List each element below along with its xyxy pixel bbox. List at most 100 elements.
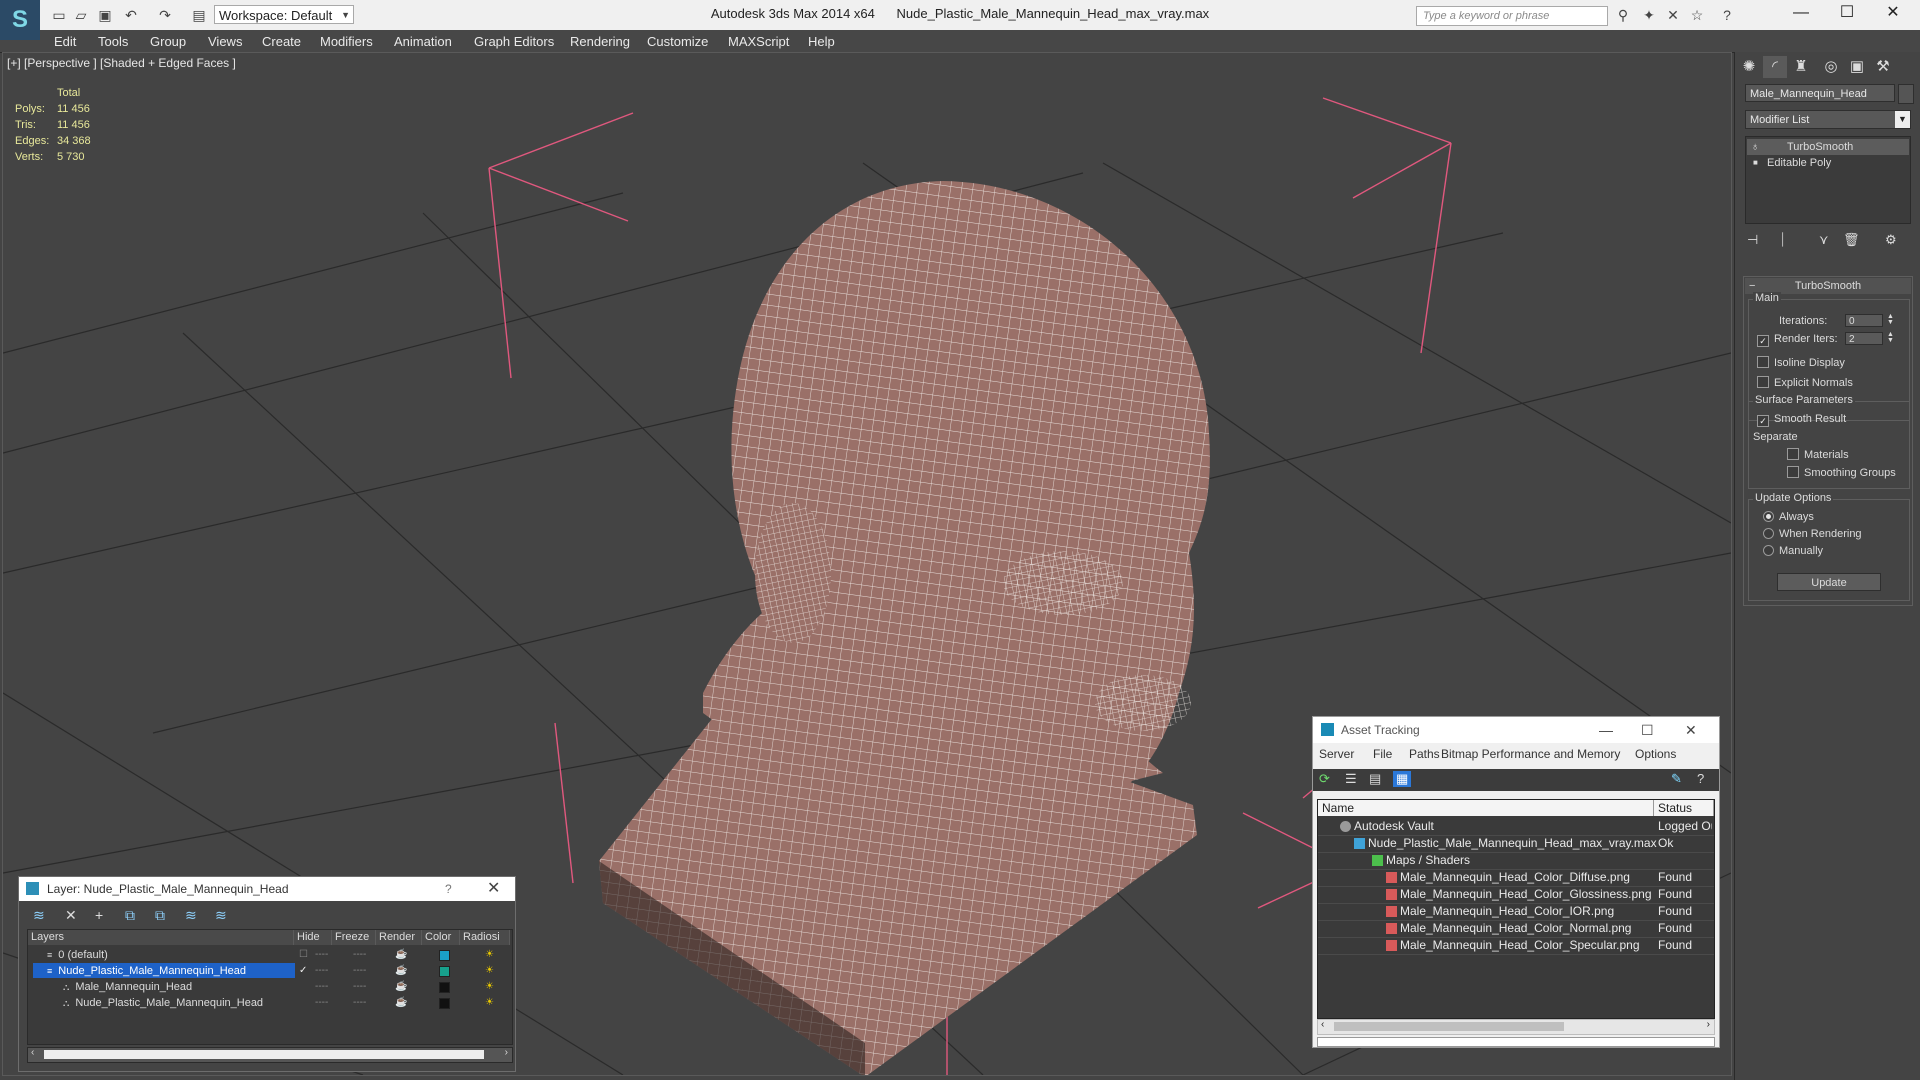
close-icon[interactable]: ✕ bbox=[1685, 717, 1697, 743]
column-header-radiosity[interactable]: Radiosi bbox=[460, 930, 510, 945]
redo-icon[interactable]: ↷ bbox=[156, 6, 174, 24]
close-button[interactable]: ✕ bbox=[1870, 0, 1916, 28]
menu-maxscript[interactable]: MAXScript bbox=[728, 34, 789, 49]
column-header-hide[interactable]: Hide bbox=[294, 930, 332, 945]
asset-row[interactable]: Male_Mannequin_Head_Color_Normal.png Fou… bbox=[1318, 920, 1714, 938]
manually-radio-row[interactable]: Manually bbox=[1763, 544, 1823, 558]
layer-row[interactable]: ⛬ Male_Mannequin_Head ---- ---- ☕ ☀ bbox=[29, 979, 510, 995]
radiosity-icon[interactable]: ☀ bbox=[485, 979, 494, 995]
help-icon[interactable]: ? bbox=[445, 877, 452, 901]
help-icon[interactable]: ? bbox=[1718, 6, 1736, 24]
hide-toggle[interactable]: ---- bbox=[315, 995, 328, 1011]
add-to-layer-icon[interactable]: + bbox=[95, 907, 103, 923]
object-color-swatch[interactable] bbox=[439, 998, 450, 1009]
scrollbar-thumb[interactable] bbox=[44, 1050, 484, 1059]
remove-modifier-icon[interactable]: 🗑 bbox=[1843, 232, 1860, 248]
menu-bitmap-performance[interactable]: Bitmap Performance and Memory bbox=[1441, 747, 1620, 761]
layer-row[interactable]: ≡ 0 (default) ☐ ---- ---- ☕ ☀ bbox=[29, 947, 510, 963]
asset-row[interactable]: Male_Mannequin_Head_Color_Glossiness.png… bbox=[1318, 886, 1714, 904]
asset-horizontal-scrollbar[interactable]: ‹ › bbox=[1317, 1019, 1715, 1035]
render-iters-spinner[interactable]: 2 bbox=[1845, 332, 1883, 345]
layer-color-swatch[interactable] bbox=[439, 950, 450, 961]
layer-name[interactable]: ≡ Nude_Plastic_Male_Mannequin_Head bbox=[33, 963, 295, 978]
show-end-result-icon[interactable]: ⏐ bbox=[1779, 232, 1786, 248]
hide-toggle[interactable]: ---- bbox=[315, 979, 328, 995]
freeze-toggle[interactable]: ---- bbox=[353, 963, 366, 979]
workspace-dropdown[interactable]: Workspace: Default ▼ bbox=[214, 5, 354, 24]
menu-customize[interactable]: Customize bbox=[647, 34, 708, 49]
menu-animation[interactable]: Animation bbox=[394, 34, 452, 49]
refresh-icon[interactable]: ⟳ bbox=[1319, 771, 1330, 787]
asset-path-field[interactable] bbox=[1317, 1037, 1715, 1047]
active-layer-checkmark-icon[interactable]: ✓ bbox=[299, 963, 307, 979]
asset-row[interactable]: Male_Mannequin_Head_Color_Specular.png F… bbox=[1318, 937, 1714, 955]
scrollbar-thumb[interactable] bbox=[1334, 1022, 1564, 1031]
menu-views[interactable]: Views bbox=[208, 34, 242, 49]
render-teapot-icon[interactable]: ☕ bbox=[395, 979, 407, 995]
menu-graph-editors[interactable]: Graph Editors bbox=[474, 34, 554, 49]
configure-modifier-sets-icon[interactable]: ⚙ bbox=[1885, 232, 1897, 248]
smoothing-groups-row[interactable]: Smoothing Groups bbox=[1787, 466, 1896, 480]
column-header-name[interactable]: Name bbox=[1318, 800, 1654, 816]
maximize-button[interactable]: ☐ bbox=[1824, 0, 1870, 28]
app-logo-menu[interactable]: S bbox=[0, 0, 40, 40]
materials-checkbox[interactable] bbox=[1787, 448, 1799, 460]
create-tab-icon[interactable]: ✺ bbox=[1737, 56, 1761, 78]
display-tab-icon[interactable]: ▣ bbox=[1845, 56, 1869, 78]
isoline-checkbox[interactable] bbox=[1757, 356, 1769, 368]
smoothing-groups-checkbox[interactable] bbox=[1787, 466, 1799, 478]
select-objects-icon[interactable]: ⧉ bbox=[125, 907, 135, 924]
explicit-normals-row[interactable]: Explicit Normals bbox=[1757, 376, 1853, 390]
asset-row[interactable]: Male_Mannequin_Head_Color_Diffuse.png Fo… bbox=[1318, 869, 1714, 887]
make-unique-icon[interactable]: ⋎ bbox=[1819, 232, 1829, 248]
asset-row[interactable]: Autodesk Vault Logged Ou bbox=[1318, 818, 1714, 836]
expand-icon[interactable]: ■ bbox=[1753, 155, 1758, 171]
menu-help[interactable]: Help bbox=[808, 34, 835, 49]
always-radio-row[interactable]: Always bbox=[1763, 510, 1814, 524]
menu-create[interactable]: Create bbox=[262, 34, 301, 49]
undo-icon[interactable]: ↶ bbox=[122, 6, 140, 24]
pin-stack-icon[interactable]: ⊣ bbox=[1747, 232, 1758, 248]
close-icon[interactable]: ✕ bbox=[487, 877, 500, 901]
active-layer-checkbox[interactable]: ☐ bbox=[299, 947, 308, 963]
asset-tracking-titlebar[interactable]: Asset Tracking — ☐ ✕ bbox=[1313, 717, 1719, 743]
column-header-freeze[interactable]: Freeze bbox=[332, 930, 376, 945]
hierarchy-tab-icon[interactable]: ♜ bbox=[1789, 56, 1813, 78]
freeze-unfreeze-all-icon[interactable]: ≋ bbox=[215, 907, 227, 924]
new-file-icon[interactable]: ▭ bbox=[50, 6, 68, 24]
layer-window-titlebar[interactable]: Layer: Nude_Plastic_Male_Mannequin_Head … bbox=[19, 877, 515, 901]
modifier-list-dropdown[interactable]: Modifier List ▼ bbox=[1745, 110, 1911, 129]
menu-modifiers[interactable]: Modifiers bbox=[320, 34, 373, 49]
menu-edit[interactable]: Edit bbox=[54, 34, 76, 49]
layer-row[interactable]: ⛬ Nude_Plastic_Male_Mannequin_Head ---- -… bbox=[29, 995, 510, 1011]
menu-options[interactable]: Options bbox=[1635, 747, 1676, 761]
update-button[interactable]: Update bbox=[1777, 573, 1881, 591]
asset-row[interactable]: Nude_Plastic_Male_Mannequin_Head_max_vra… bbox=[1318, 835, 1714, 853]
menu-tools[interactable]: Tools bbox=[98, 34, 128, 49]
column-header-status[interactable]: Status bbox=[1654, 800, 1714, 816]
render-teapot-icon[interactable]: ☕ bbox=[395, 963, 407, 979]
column-header-render[interactable]: Render bbox=[376, 930, 422, 945]
object-name[interactable]: ⛬ Male_Mannequin_Head bbox=[63, 979, 323, 994]
highlight-selected-icon[interactable]: ⧉ bbox=[155, 907, 165, 924]
viewport-label[interactable]: [+] [Perspective ] [Shaded + Edged Faces… bbox=[7, 56, 236, 70]
hide-unhide-all-icon[interactable]: ≋ bbox=[185, 907, 197, 924]
menu-server[interactable]: Server bbox=[1319, 747, 1354, 761]
materials-row[interactable]: Materials bbox=[1787, 448, 1849, 462]
binoculars-icon[interactable]: ⚲ bbox=[1614, 6, 1632, 24]
asset-row[interactable]: Male_Mannequin_Head_Color_IOR.png Found bbox=[1318, 903, 1714, 921]
freeze-toggle[interactable]: ---- bbox=[353, 979, 366, 995]
explicit-normals-checkbox[interactable] bbox=[1757, 376, 1769, 388]
delete-layer-icon[interactable]: ✕ bbox=[65, 907, 77, 924]
create-new-layer-icon[interactable]: ≋ bbox=[33, 907, 45, 924]
search-input[interactable] bbox=[1416, 6, 1608, 26]
menu-paths[interactable]: Paths bbox=[1409, 747, 1440, 761]
freeze-toggle[interactable]: ---- bbox=[353, 995, 366, 1011]
radiosity-icon[interactable]: ☀ bbox=[485, 947, 494, 963]
freeze-toggle[interactable]: ---- bbox=[353, 947, 366, 963]
spinner-arrows-icon[interactable]: ▲ ▼ bbox=[1887, 313, 1894, 326]
highlight-editor-icon[interactable]: ✎ bbox=[1671, 771, 1682, 787]
open-file-icon[interactable]: ▱ bbox=[72, 6, 90, 24]
stack-item-editable-poly[interactable]: ■ Editable Poly bbox=[1747, 155, 1909, 171]
menu-group[interactable]: Group bbox=[150, 34, 186, 49]
